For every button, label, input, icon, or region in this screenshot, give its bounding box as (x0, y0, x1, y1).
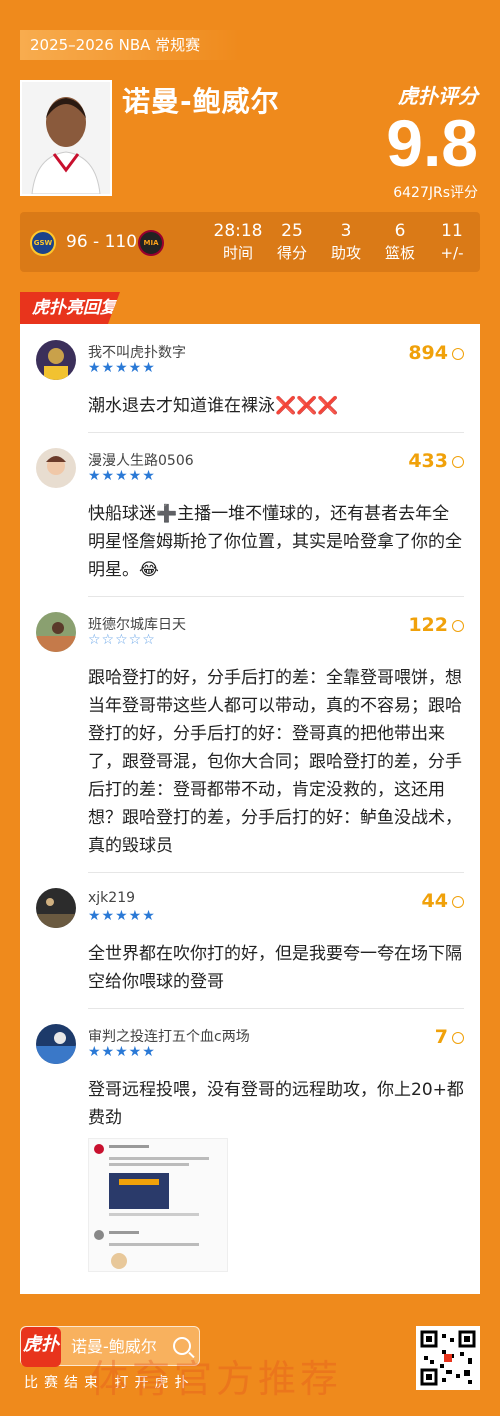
stat-points: 25 得分 (267, 220, 317, 264)
qr-code[interactable] (416, 1326, 480, 1390)
like-count-value: 7 (434, 1026, 448, 1048)
stat-label: +/- (440, 244, 464, 262)
stat-label: 篮板 (384, 244, 415, 262)
username[interactable]: 审判之投连打五个血c两场 (88, 1026, 250, 1046)
stat-assists: 3 助攻 (321, 220, 371, 264)
comments-panel: 我不叫虎扑数字 ★★★★★ 894 潮水退去才知道谁在裸泳❌❌❌ 漫漫人生路05… (20, 324, 480, 1294)
star-rating: ★★★★★ (88, 1044, 156, 1060)
stat-plus-minus: 11 +/- (427, 220, 477, 264)
highlight-replies-tag: 虎扑亮回复 (20, 292, 120, 324)
user-avatar[interactable] (36, 448, 76, 488)
divider (88, 872, 464, 873)
star-rating: ☆☆☆☆☆ (88, 632, 156, 648)
lightbulb-icon (452, 455, 464, 468)
stat-minutes: 28:18 时间 (213, 220, 263, 264)
away-team-abbr: MIA (143, 239, 159, 247)
stat-value: 6 (394, 221, 406, 241)
stat-value: 3 (340, 221, 352, 241)
username[interactable]: 漫漫人生路0506 (88, 450, 194, 470)
user-avatar[interactable] (36, 612, 76, 652)
comment-text: 快船球迷➕主播一堆不懂球的，还有甚者去年全明星怪詹姆斯抢了你位置，其实是哈登拿了… (88, 504, 462, 580)
player-name: 诺曼-鲍威尔 (122, 85, 280, 118)
home-team-abbr: GSW (33, 239, 53, 247)
heat-logo-icon: MIA (138, 230, 164, 256)
user-avatar[interactable] (36, 888, 76, 928)
star-rating: ★★★★★ (88, 360, 156, 376)
username[interactable]: 我不叫虎扑数字 (88, 342, 186, 362)
brand-logo: 虎扑评分 (398, 84, 478, 108)
star-rating: ★★★★★ (88, 468, 156, 484)
stat-label: 得分 (276, 244, 307, 262)
lightbulb-icon (452, 619, 464, 632)
like-count[interactable]: 44 (422, 890, 464, 912)
comment-text: 登哥远程投喂，没有登哥的远程助攻，你上20+都费劲 (88, 1080, 464, 1128)
stat-rebounds: 6 篮板 (375, 220, 425, 264)
comment-text: 跟哈登打的好，分手后打的差：全靠登哥喂饼，想当年登哥带这些人都可以带动，真的不容… (88, 668, 462, 856)
like-count-value: 433 (408, 450, 448, 472)
comment-attachment-image[interactable] (88, 1138, 228, 1272)
star-rating: ★★★★★ (88, 908, 156, 924)
stat-value: 28:18 (213, 221, 263, 241)
comment-text: 潮水退去才知道谁在裸泳❌❌❌ (88, 396, 339, 416)
player-header: 诺曼-鲍威尔 虎扑评分 9.8 6427JRs评分 (20, 80, 480, 201)
warriors-logo-icon: GSW (30, 230, 56, 256)
like-count[interactable]: 894 (408, 342, 464, 364)
season-label: 2025–2026 NBA 常规赛 (20, 30, 240, 60)
rating-count: 6427JRs评分 (393, 185, 478, 201)
like-count-value: 122 (408, 614, 448, 636)
lightbulb-icon (452, 895, 464, 908)
like-count[interactable]: 433 (408, 450, 464, 472)
stat-value: 11 (441, 221, 463, 241)
like-count-value: 894 (408, 342, 448, 364)
stat-label: 时间 (222, 244, 253, 262)
user-avatar[interactable] (36, 340, 76, 380)
game-score: 96 - 110 (66, 232, 138, 252)
divider (88, 432, 464, 433)
like-count[interactable]: 7 (435, 1026, 464, 1048)
player-photo (20, 80, 112, 196)
watermark-text: 体育官方推荐 (90, 1357, 343, 1401)
user-avatar[interactable] (36, 1024, 76, 1064)
like-count[interactable]: 122 (408, 614, 464, 636)
username[interactable]: xjk219 (88, 890, 135, 906)
like-count-value: 44 (421, 890, 448, 912)
lightbulb-icon (452, 347, 464, 360)
stat-label: 助攻 (330, 244, 361, 262)
username[interactable]: 班德尔城库日天 (88, 614, 186, 634)
player-rating: 9.8 (386, 106, 478, 180)
divider (88, 596, 464, 597)
stat-value: 25 (281, 221, 303, 241)
lightbulb-icon (452, 1031, 464, 1044)
comment-text: 全世界都在吹你打的好，但是我要夸一夸在场下隔空给你喂球的登哥 (88, 944, 462, 992)
divider (88, 1008, 464, 1009)
hupu-logo: 虎扑 (21, 1327, 61, 1367)
game-stat-bar: GSW 96 - 110 MIA 28:18 时间 25 得分 3 助攻 6 篮板 11… (20, 212, 480, 272)
